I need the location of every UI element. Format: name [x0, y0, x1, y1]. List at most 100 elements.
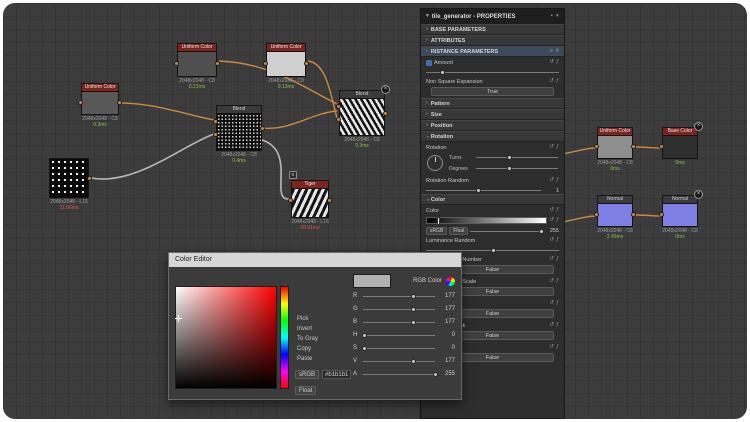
node-blend-1[interactable]: Blend 2048x2048 - C8 0.4ms [216, 105, 262, 151]
wire-into-normalsrc[interactable] [563, 216, 596, 222]
wire-poly-to-blend1[interactable] [91, 134, 214, 179]
reset-icon[interactable] [549, 301, 554, 307]
output-pin[interactable] [383, 111, 388, 116]
channel-slider[interactable] [363, 332, 435, 339]
input-pin[interactable] [213, 119, 218, 124]
float-button[interactable]: Float [449, 227, 468, 235]
output-pin[interactable] [87, 176, 92, 181]
color-value[interactable]: 255 [543, 228, 559, 234]
list-view-icon[interactable] [550, 49, 553, 55]
color-wheel-icon[interactable] [446, 277, 455, 286]
slider-handle[interactable] [411, 359, 416, 364]
output-pin[interactable] [631, 212, 636, 217]
channel-value[interactable]: 177 [438, 293, 455, 299]
function-icon[interactable] [556, 279, 559, 285]
channel-slider[interactable] [363, 345, 435, 352]
pick-button[interactable]: Pick [295, 315, 347, 323]
output-toggle-icon[interactable] [694, 190, 703, 199]
node-graph-canvas[interactable]: Uniform Color 2048x2048 - C8 0.3ms Unifo… [3, 3, 747, 419]
node-basecolor-output[interactable]: Base Color 0ms [662, 127, 698, 159]
channel-value[interactable]: 255 [438, 371, 455, 377]
input-pin[interactable] [594, 144, 599, 149]
output-pin[interactable] [215, 61, 220, 66]
output-toggle-icon[interactable] [694, 122, 703, 131]
paste-button[interactable]: Paste [295, 355, 347, 363]
hue-strip[interactable] [280, 286, 289, 389]
node-blend-2[interactable]: Blend 2048x2048 - C8 0.3ms [339, 90, 385, 136]
slider-handle[interactable] [440, 70, 445, 75]
section-color[interactable]: Color [421, 194, 564, 205]
reset-icon[interactable] [549, 79, 554, 85]
slider-handle[interactable] [507, 166, 512, 171]
node-basecolor-source[interactable]: Uniform Color 2048x2048 - C8 0ms [597, 127, 633, 159]
rotation-random-value[interactable]: 1 [543, 188, 559, 194]
node-poly-pattern[interactable]: 2048x2048 - L16 11.06ms [49, 158, 89, 198]
rotation-random-slider[interactable] [426, 187, 541, 194]
channel-slider[interactable] [363, 358, 435, 365]
section-base-parameters[interactable]: BASE PARAMETERS [421, 24, 564, 35]
input-pin[interactable] [659, 144, 664, 149]
float-mode-button[interactable]: Float [295, 386, 316, 395]
reset-icon[interactable] [549, 145, 554, 151]
wire-blend1-to-blend2[interactable] [262, 111, 337, 128]
picker-cursor-icon[interactable] [175, 315, 182, 322]
slider-handle[interactable] [491, 248, 496, 253]
close-panel-icon[interactable] [556, 14, 559, 20]
function-icon[interactable] [556, 323, 559, 329]
function-icon[interactable] [556, 60, 559, 66]
output-pin[interactable] [327, 198, 332, 203]
section-instance-parameters[interactable]: INSTANCE PARAMETERS [421, 46, 564, 57]
non-square-toggle-button[interactable]: True [431, 87, 554, 96]
output-pin[interactable] [117, 100, 122, 105]
node-uniform-color-1[interactable]: Uniform Color 2048x2048 - C8 0.3ms [81, 83, 119, 115]
function-icon[interactable] [556, 301, 559, 307]
channel-slider[interactable] [363, 306, 435, 313]
channel-value[interactable]: 0 [438, 332, 455, 338]
reset-icon[interactable] [549, 178, 554, 184]
saturation-value-picker[interactable] [175, 286, 277, 389]
section-rotation[interactable]: Rotation [421, 131, 564, 142]
channel-value[interactable]: 177 [438, 306, 455, 312]
slider-handle[interactable] [476, 188, 481, 193]
clear-icon[interactable] [556, 49, 559, 55]
node-normal-output[interactable]: Normal 2048x2048 - C8 0ms [662, 195, 698, 227]
slider-handle[interactable] [539, 229, 544, 234]
slider-handle[interactable] [411, 294, 416, 299]
reset-icon[interactable] [549, 238, 554, 244]
wire-into-colorsrc[interactable] [563, 148, 596, 154]
output-pin[interactable] [304, 61, 309, 66]
channel-value[interactable]: 0 [438, 345, 455, 351]
input-pin[interactable] [174, 61, 179, 66]
output-toggle-icon[interactable] [381, 85, 390, 94]
input-pin[interactable] [213, 132, 218, 137]
srgb-button[interactable]: sRGB [426, 227, 447, 235]
section-size[interactable]: Size [421, 109, 564, 120]
copy-button[interactable]: Copy [295, 345, 347, 353]
function-icon[interactable] [556, 145, 559, 151]
gradient-handle[interactable] [437, 217, 440, 225]
color-value-slider[interactable] [470, 228, 541, 235]
function-icon[interactable] [556, 218, 559, 224]
slider-handle[interactable] [362, 333, 367, 338]
channel-slider[interactable] [363, 371, 435, 378]
function-icon[interactable] [556, 257, 559, 263]
slider-handle[interactable] [362, 346, 367, 351]
pin-panel-icon[interactable] [551, 14, 553, 20]
node-tiger[interactable]: Tiger 2048x2048 - L16 20.01ms [291, 180, 329, 218]
function-icon[interactable] [556, 79, 559, 85]
node-uniform-color-3[interactable]: Uniform Color 2048x2048 - C8 0.13ms [266, 43, 306, 77]
slider-handle[interactable] [411, 320, 416, 325]
section-attributes[interactable]: ATTRIBUTES [421, 35, 564, 46]
panel-menu-icon[interactable] [426, 14, 429, 20]
node-uniform-color-2[interactable]: Uniform Color 2048x2048 - C8 0.21ms [177, 43, 217, 77]
input-pin[interactable] [336, 117, 341, 122]
function-icon[interactable] [556, 238, 559, 244]
reset-icon[interactable] [549, 208, 554, 214]
reset-icon[interactable] [549, 279, 554, 285]
section-position[interactable]: Position [421, 120, 564, 131]
srgb-mode-button[interactable]: sRGB [295, 370, 319, 379]
wire-blend1-to-tiger[interactable] [262, 140, 289, 199]
color-editor-titlebar[interactable]: Color Editor [169, 253, 461, 267]
function-icon[interactable] [556, 345, 559, 351]
wire-normalsrc-to-output[interactable] [635, 215, 661, 216]
